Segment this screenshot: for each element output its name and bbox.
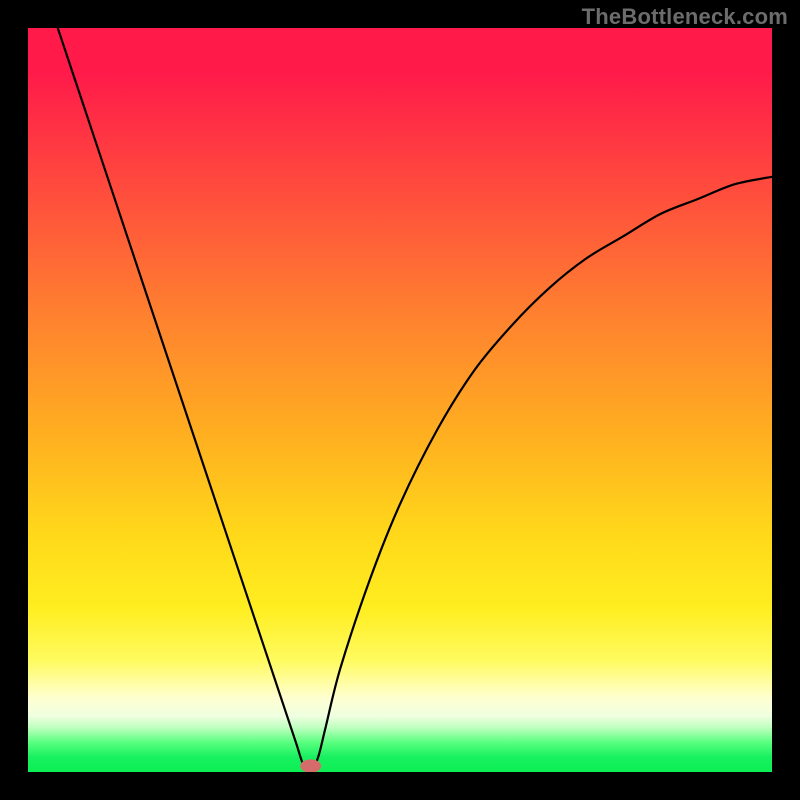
plot-area bbox=[28, 28, 772, 772]
brand-watermark: TheBottleneck.com bbox=[582, 4, 788, 30]
chart-svg bbox=[28, 28, 772, 772]
bottleneck-curve bbox=[58, 28, 772, 772]
minimum-marker bbox=[300, 759, 321, 772]
frame: TheBottleneck.com bbox=[0, 0, 800, 800]
